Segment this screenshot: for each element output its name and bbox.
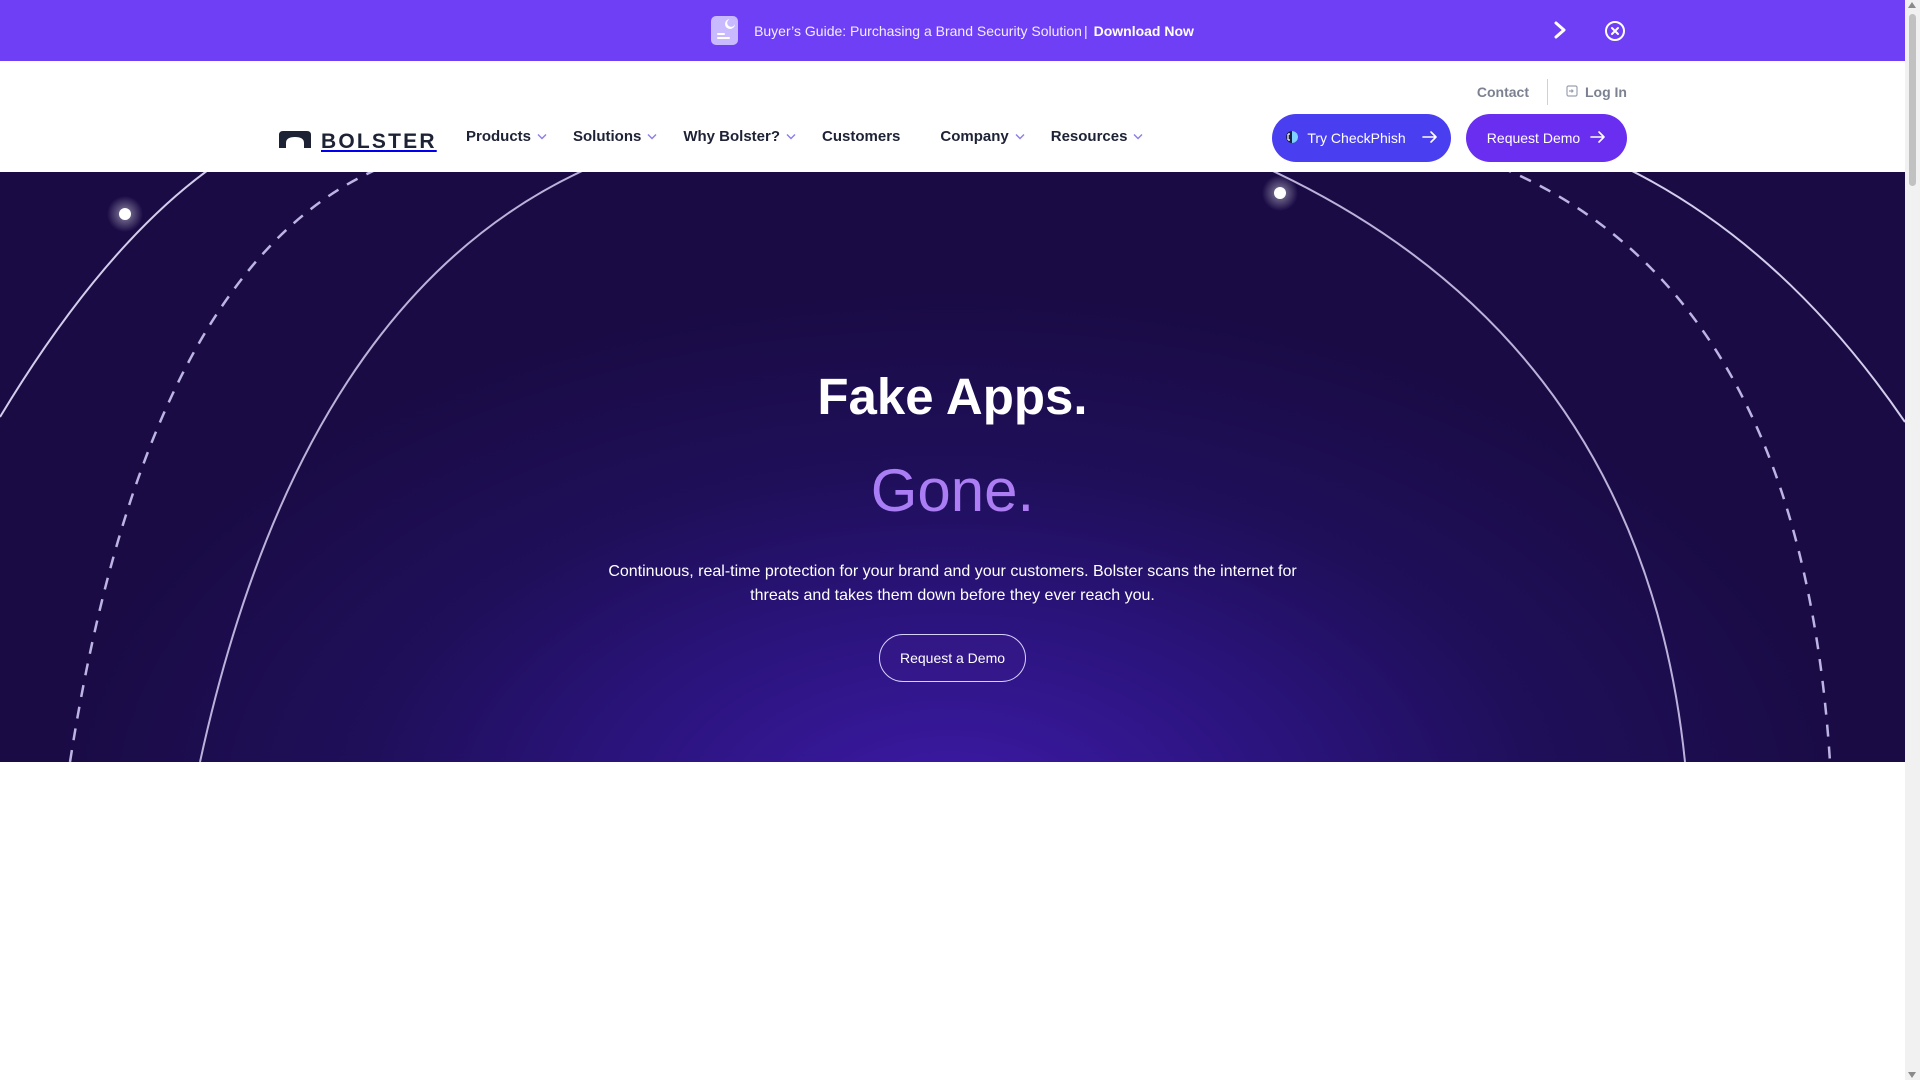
nav-item-resources[interactable]: Resources [1051,128,1144,145]
hero-highlight: Gone. [0,456,1905,525]
nav-item-why-bolster[interactable]: Why Bolster? [683,128,796,145]
announcement-separator: | [1083,22,1088,39]
main-nav: Products Solutions Why Bolster? Customer… [466,128,1143,145]
nav-item-products[interactable]: Products [466,128,547,145]
arrow-right-icon [1590,130,1606,147]
arrow-right-icon [1421,130,1438,147]
close-circle-icon[interactable] [1604,20,1626,42]
login-label: Log In [1585,84,1627,100]
chevron-down-icon [786,134,796,140]
nav-label-solutions: Solutions [573,128,642,145]
chevron-down-icon [537,134,547,140]
hero-title: Fake Apps. [817,368,1088,425]
nav-item-company[interactable]: Company [940,128,1025,145]
chevron-down-icon [647,134,657,140]
contact-link[interactable]: Contact [1477,84,1547,100]
request-a-demo-button[interactable]: Request a Demo [879,634,1026,682]
arch-logo-icon [279,131,311,153]
nav-label-resources: Resources [1050,128,1128,145]
site-header: Contact Log In BOLSTER Products Solution… [0,61,1905,172]
request-demo-label: Request Demo [1486,130,1581,146]
announcement-content: Buyer’s Guide: Purchasing a Brand Securi… [711,16,1194,45]
try-checkphish-button[interactable]: Try CheckPhish [1272,114,1451,162]
utility-nav: Contact Log In [1477,79,1627,105]
scroll-down-arrow-icon[interactable] [1908,1072,1916,1078]
nav-label-company: Company [940,128,1009,145]
hero-description: Continuous, real-time protection for you… [608,563,1297,604]
nav-label-why-bolster: Why Bolster? [683,128,781,145]
download-now-link[interactable]: Download Now [1094,23,1194,39]
utility-divider [1547,79,1548,105]
bolster-logo[interactable]: BOLSTER [279,130,437,154]
brand-name: BOLSTER [321,130,437,153]
page: Buyer’s Guide: Purchasing a Brand Securi… [0,0,1905,1080]
scroll-thumb[interactable] [1909,14,1916,186]
document-icon [711,16,739,45]
login-icon [1566,84,1578,100]
chevron-down-icon [1015,134,1025,140]
nav-item-customers[interactable]: Customers [822,128,900,145]
request-demo-button[interactable]: Request Demo [1466,114,1627,162]
checkphish-logo-icon [1285,130,1299,147]
nav-item-solutions[interactable]: Solutions [573,128,657,145]
content-below-hero [0,762,1905,1080]
page-scrollbar[interactable] [1905,0,1920,1080]
scroll-up-arrow-icon[interactable] [1908,2,1916,8]
announcement-bar: Buyer’s Guide: Purchasing a Brand Securi… [0,0,1905,61]
checkphish-label: Try CheckPhish [1307,130,1406,146]
nav-label-customers: Customers [822,128,901,145]
chevron-down-icon [1133,134,1143,140]
announcement-text: Buyer’s Guide: Purchasing a Brand Securi… [754,22,1082,39]
hero-section: Fake Apps. Gone. Continuous, real-time p… [0,172,1905,762]
nav-label-products: Products [466,128,532,145]
chevron-right-icon[interactable] [1549,18,1571,42]
login-link[interactable]: Log In [1566,84,1627,100]
